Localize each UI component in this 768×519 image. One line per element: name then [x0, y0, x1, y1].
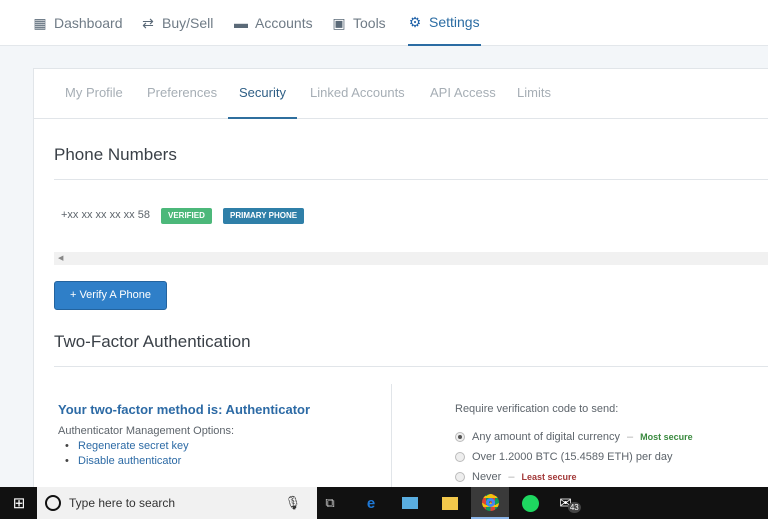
tab-security[interactable]: Security [228, 69, 297, 119]
tab-api-access[interactable]: API Access [430, 69, 496, 119]
task-view-icon[interactable]: ⧉ [311, 487, 349, 519]
require-label: Require verification code to send: [455, 403, 619, 415]
horizontal-scrollbar[interactable]: ◀ [54, 252, 768, 265]
security-card: My Profile Preferences Security Linked A… [33, 68, 768, 504]
top-nav: ▦ Dashboard ⇄ Buy/Sell ▬ Accounts ▣ Tools ⚙ S… [0, 0, 768, 46]
radio-never[interactable]: Never – Least secure [455, 471, 577, 483]
radio-button[interactable] [455, 472, 465, 482]
tab-my-profile[interactable]: My Profile [65, 69, 123, 119]
verify-phone-button[interactable]: + Verify A Phone [54, 281, 167, 310]
cortana-icon [45, 495, 61, 511]
file-explorer-icon[interactable] [431, 487, 469, 519]
nav-buy-sell[interactable]: ⇄ Buy/Sell [141, 0, 213, 46]
disable-authenticator-link[interactable]: Disable authenticator [65, 455, 189, 470]
tab-preferences[interactable]: Preferences [147, 69, 217, 119]
tab-linked-accounts[interactable]: Linked Accounts [310, 69, 405, 119]
two-factor-heading: Two-Factor Authentication [54, 332, 251, 351]
radio-button[interactable] [455, 452, 465, 462]
briefcase-icon: ▣ [332, 15, 346, 31]
search-placeholder: Type here to search [69, 496, 176, 510]
two-factor-method: Your two-factor method is: Authenticator [58, 402, 311, 417]
regenerate-secret-link[interactable]: Regenerate secret key [65, 440, 189, 455]
column-divider [391, 384, 392, 504]
edge-icon[interactable]: e [352, 487, 390, 519]
radio-button[interactable] [455, 432, 465, 442]
divider [54, 179, 768, 180]
taskbar-search[interactable]: Type here to search 🎙 [37, 487, 317, 519]
scroll-left-icon[interactable]: ◀ [58, 252, 63, 265]
mail-icon[interactable]: ✉ 43 [551, 487, 589, 519]
radio-any-amount[interactable]: Any amount of digital currency – Most secu… [455, 431, 693, 443]
tab-limits[interactable]: Limits [517, 69, 551, 119]
wallet-icon: ▬ [234, 15, 248, 31]
phone-number: +xx xx xx xx xx 58 [61, 209, 150, 221]
settings-tabs: My Profile Preferences Security Linked A… [34, 69, 768, 119]
nav-accounts[interactable]: ▬ Accounts [234, 0, 313, 46]
least-secure-label: Least secure [521, 472, 577, 482]
exchange-icon: ⇄ [142, 15, 154, 31]
photos-icon[interactable] [391, 487, 429, 519]
most-secure-label: Most secure [640, 432, 693, 442]
chrome-icon[interactable] [471, 487, 509, 519]
taskbar: ⊞ Type here to search 🎙 ⧉ e ✉ 43 [0, 487, 768, 519]
primary-phone-badge: PRIMARY PHONE [223, 208, 305, 224]
options-label: Authenticator Management Options: [58, 425, 235, 437]
windows-start-icon[interactable]: ⊞ [0, 487, 38, 519]
dashboard-icon: ▦ [33, 15, 47, 31]
nav-settings[interactable]: ⚙ Settings [408, 0, 481, 46]
radio-over-limit[interactable]: Over 1.2000 BTC (15.4589 ETH) per day [455, 451, 673, 463]
microphone-icon[interactable]: 🎙 [284, 495, 301, 511]
nav-dashboard[interactable]: ▦ Dashboard [33, 0, 122, 46]
verified-badge: VERIFIED [161, 208, 212, 224]
spotify-icon[interactable] [511, 487, 549, 519]
mail-badge: 43 [567, 501, 581, 513]
nav-tools[interactable]: ▣ Tools [332, 0, 385, 46]
phone-numbers-heading: Phone Numbers [54, 145, 177, 164]
divider [54, 366, 768, 367]
options-list: Regenerate secret key Disable authentica… [65, 440, 189, 470]
gear-icon: ⚙ [408, 14, 422, 30]
